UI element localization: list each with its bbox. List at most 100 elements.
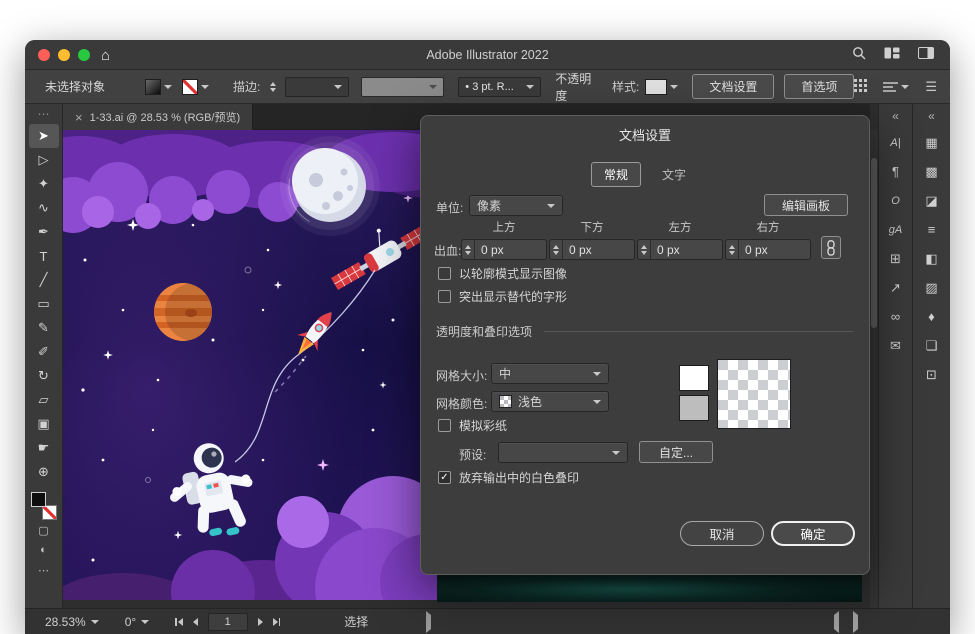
links-panel[interactable]: ∞ [879, 302, 912, 331]
expand-panels-icon[interactable]: « [892, 104, 899, 128]
scale-tool[interactable]: ▱ [29, 388, 59, 412]
brush-definition-select[interactable]: • 3 pt. R... [458, 77, 541, 97]
transparency-panel[interactable]: ▨ [913, 273, 950, 302]
custom-button[interactable]: 自定... [639, 441, 713, 463]
screen-mode-icon[interactable]: ◐ [29, 540, 59, 560]
search-icon[interactable] [852, 46, 866, 65]
last-artboard-button[interactable] [273, 618, 281, 626]
discard-white-overprint-checkbox[interactable]: ✓ [438, 471, 451, 484]
stepper-down-icon[interactable] [641, 251, 647, 255]
dots-grid-icon[interactable] [854, 79, 867, 95]
stroke-panel[interactable]: ≡ [913, 215, 950, 244]
stroke-none-swatch[interactable] [182, 79, 198, 95]
character-panel[interactable]: A| [879, 128, 912, 157]
status-flyout-icon[interactable] [426, 615, 431, 629]
artboard-number-field[interactable]: 1 [208, 613, 248, 631]
close-tab-icon[interactable]: × [75, 111, 83, 124]
document-tab[interactable]: × 1-33.ai @ 28.53 % (RGB/预览) [63, 104, 253, 130]
stepper-up-icon[interactable] [729, 245, 735, 249]
highlight-glyphs-option[interactable]: 突出显示替代的字形 [438, 288, 567, 305]
bleed-top-value[interactable]: 0 px [475, 243, 504, 257]
grid-color-select[interactable]: 浅色 [491, 391, 609, 412]
rectangle-tool[interactable]: ▭ [29, 292, 59, 316]
opacity-link[interactable]: 不透明度 [555, 70, 600, 104]
stroke-weight-stepper[interactable] [266, 77, 279, 97]
fill-swatch[interactable] [31, 492, 46, 507]
vertical-scrollbar[interactable] [870, 130, 878, 608]
stepper-up-icon[interactable] [641, 245, 647, 249]
discard-white-overprint-option[interactable]: ✓ 放弃输出中的白色叠印 [438, 469, 579, 486]
stepper-down-icon[interactable] [553, 251, 559, 255]
second-artboard[interactable] [437, 573, 862, 602]
type-tool[interactable]: T [29, 244, 59, 268]
direct-selection-tool[interactable]: ▷ [29, 148, 59, 172]
bleed-bottom-field[interactable]: 0 px [549, 239, 635, 260]
arrange-documents-dropdown[interactable] [883, 81, 909, 93]
stepper-down-icon[interactable] [729, 251, 735, 255]
tools-drag-handle[interactable]: ⋯ [38, 104, 50, 124]
ok-button[interactable]: 确定 [771, 521, 855, 546]
simulate-paper-option[interactable]: 模拟彩纸 [438, 417, 507, 434]
stroke-swatch[interactable] [42, 505, 57, 520]
comments-panel[interactable]: ✉ [879, 331, 912, 360]
menu-icon[interactable]: ☰ [925, 79, 936, 95]
vertical-scrollbar-thumb[interactable] [871, 158, 877, 328]
zoom-level-select[interactable]: 28.53% [45, 615, 99, 629]
stroke-color-dropdown[interactable] [182, 79, 209, 95]
bleed-bottom-value[interactable]: 0 px [563, 243, 592, 257]
stepper-up-icon[interactable] [270, 82, 276, 86]
document-setup-button[interactable]: 文档设置 [692, 74, 774, 99]
scroll-right-icon[interactable] [853, 615, 858, 629]
workspace-switcher-icon[interactable] [884, 46, 900, 64]
fill-color-dropdown[interactable] [145, 79, 172, 95]
first-artboard-button[interactable] [175, 618, 183, 626]
simulate-paper-checkbox[interactable] [438, 419, 451, 432]
swatches-panel[interactable]: ▩ [913, 157, 950, 186]
tab-type[interactable]: 文字 [649, 162, 699, 187]
highlight-glyphs-checkbox[interactable] [438, 290, 451, 303]
preferences-button[interactable]: 首选项 [784, 74, 854, 99]
link-bleed-values-icon[interactable] [821, 236, 841, 259]
grid-size-select[interactable]: 中 [491, 363, 609, 384]
paintbrush-tool[interactable]: ✎ [29, 316, 59, 340]
stepper-down-icon[interactable] [270, 88, 276, 92]
width-profile-select[interactable] [361, 77, 444, 97]
rotate-tool[interactable]: ↻ [29, 364, 59, 388]
show-images-outline-checkbox[interactable] [438, 267, 451, 280]
line-segment-tool[interactable]: ╱ [29, 268, 59, 292]
stroke-weight-select[interactable] [285, 77, 349, 97]
scroll-left-icon[interactable] [834, 615, 839, 629]
bleed-right-value[interactable]: 0 px [739, 243, 768, 257]
units-select[interactable]: 像素 [469, 195, 563, 216]
tab-general[interactable]: 常规 [591, 162, 641, 187]
style-dropdown[interactable] [645, 79, 678, 95]
draw-mode-icon[interactable]: ▢ [29, 520, 59, 540]
fill-stroke-swatches[interactable] [31, 492, 57, 520]
export-panel[interactable]: ↗ [879, 273, 912, 302]
expand-panels-icon[interactable]: « [928, 104, 935, 128]
toolbar-menu-icon[interactable]: ⋯ [29, 560, 59, 580]
cancel-button[interactable]: 取消 [680, 521, 764, 546]
selection-tool[interactable]: ➤ [29, 124, 59, 148]
stepper-up-icon[interactable] [465, 245, 471, 249]
brushes-panel[interactable]: ◪ [913, 186, 950, 215]
preset-select[interactable] [498, 442, 628, 463]
previous-artboard-button[interactable] [193, 618, 198, 626]
bleed-top-field[interactable]: 0 px [461, 239, 547, 260]
bleed-right-field[interactable]: 0 px [725, 239, 811, 260]
bleed-left-field[interactable]: 0 px [637, 239, 723, 260]
hand-tool[interactable]: ☛ [29, 436, 59, 460]
pen-tool[interactable]: ✒ [29, 220, 59, 244]
style-swatch[interactable] [645, 79, 667, 95]
symbols-panel[interactable]: ♦ [913, 302, 950, 331]
stepper-up-icon[interactable] [553, 245, 559, 249]
opentype-panel[interactable]: gA [879, 215, 912, 244]
bleed-left-value[interactable]: 0 px [651, 243, 680, 257]
next-artboard-button[interactable] [258, 618, 263, 626]
zoom-tool[interactable]: ⊕ [29, 460, 59, 484]
pencil-tool[interactable]: ✐ [29, 340, 59, 364]
paragraph-panel[interactable]: ¶ [879, 157, 912, 186]
artboard-tool[interactable]: ▣ [29, 412, 59, 436]
show-images-outline-option[interactable]: 以轮廓模式显示图像 [438, 265, 567, 282]
glyphs-panel[interactable]: O [879, 186, 912, 215]
